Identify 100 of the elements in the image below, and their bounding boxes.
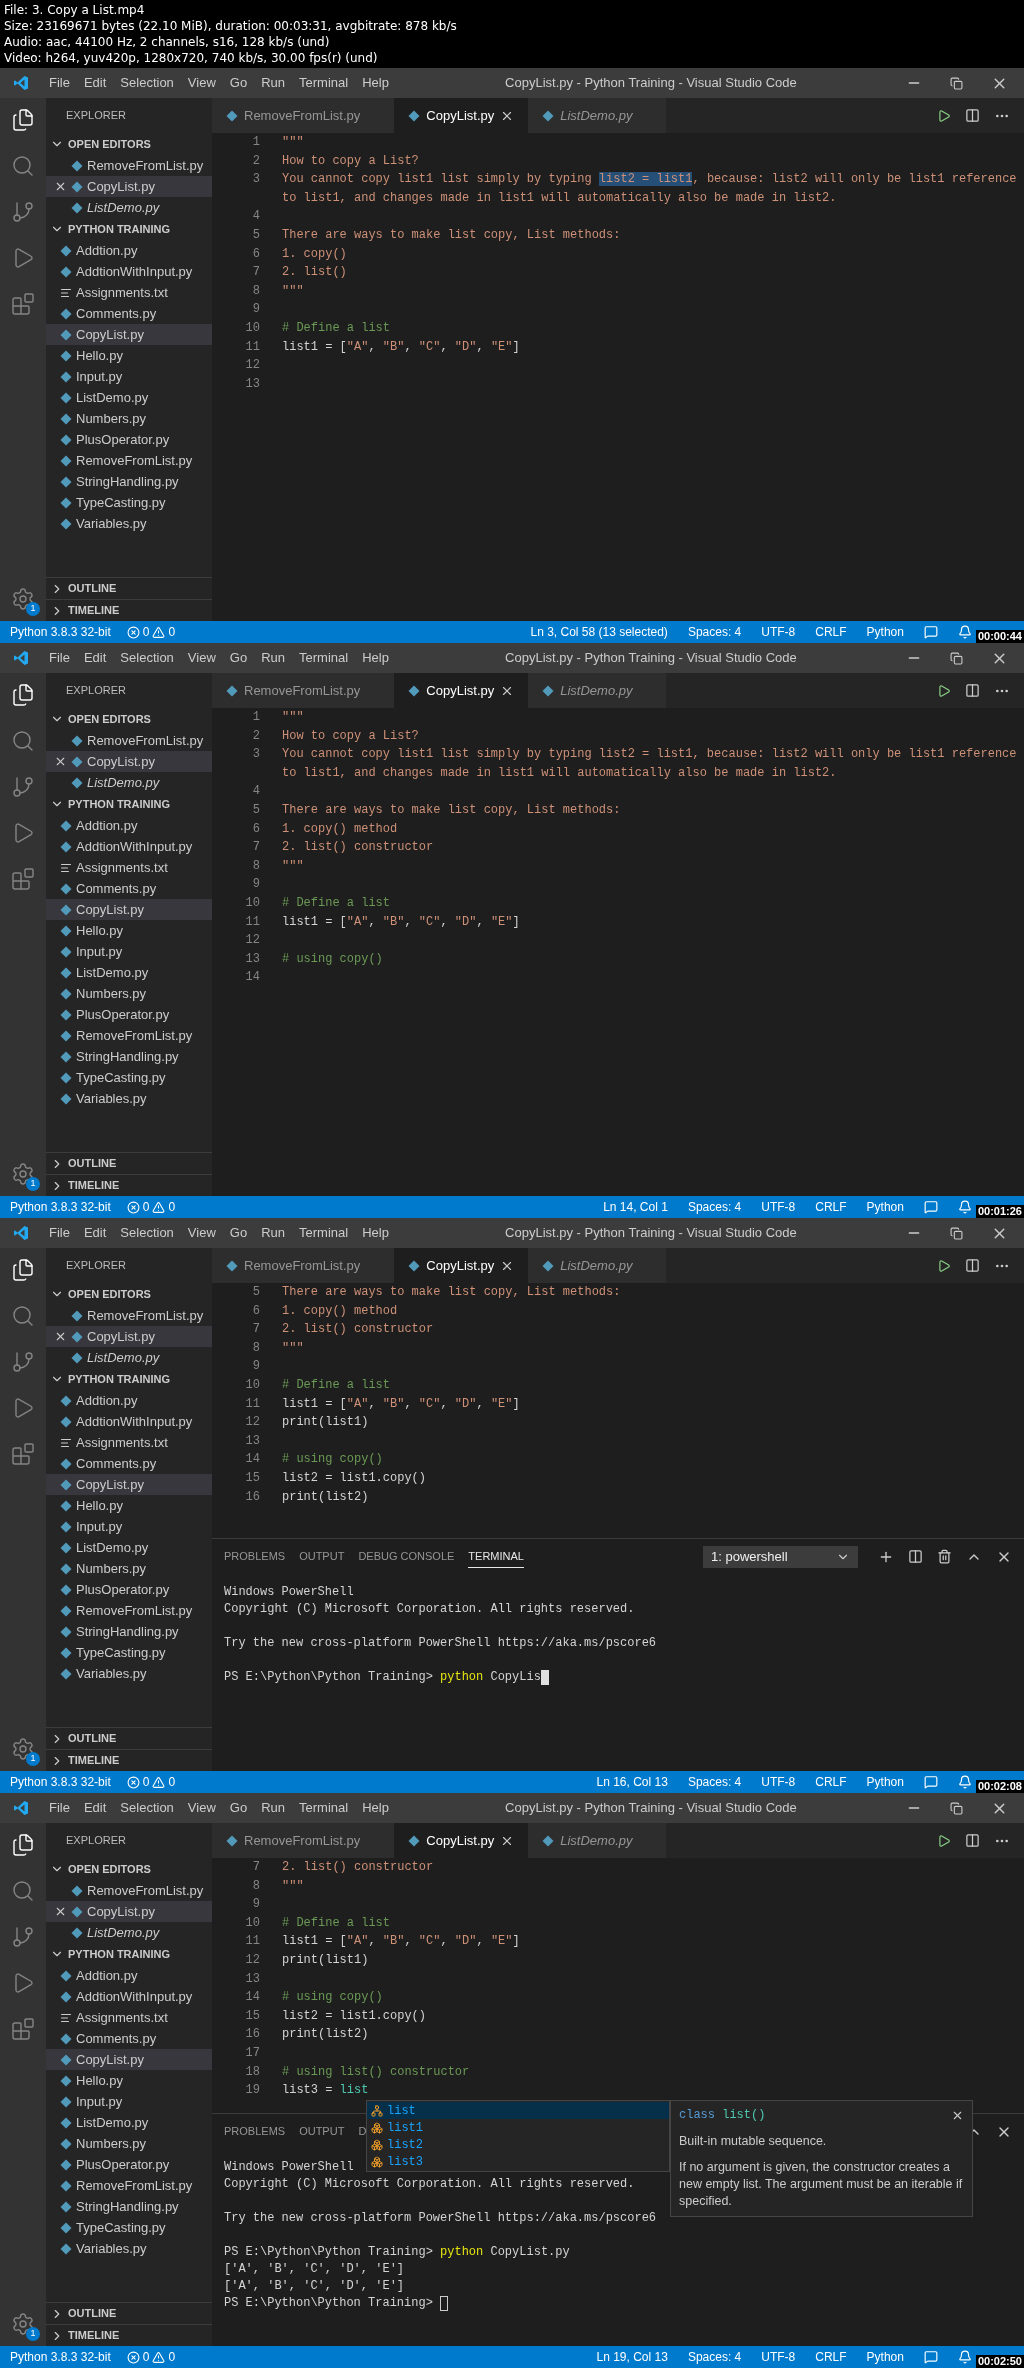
tree-item[interactable]: Variables.py [46,1663,212,1684]
suggestion-item[interactable]: list [367,2102,669,2119]
tree-item[interactable]: Addtion.py [46,240,212,261]
tree-item[interactable]: ListDemo.py [46,2112,212,2133]
feedback-icon[interactable] [923,625,938,639]
line-ending-label[interactable]: CRLF [815,1198,847,1216]
menu-item[interactable]: Go [222,73,255,93]
problems-indicator[interactable]: 0 0 [126,623,176,641]
indentation-label[interactable]: Spaces: 4 [687,2348,742,2366]
interpreter-label[interactable]: Python 3.8.3 32-bit [10,2348,111,2366]
tree-item[interactable]: Variables.py [46,2238,212,2259]
section-header[interactable]: PYTHON TRAINING [46,1368,212,1390]
tree-item[interactable]: AddtionWithInput.py [46,1411,212,1432]
tree-item[interactable]: CopyList.py [46,1474,212,1495]
tree-item[interactable]: RemoveFromList.py [46,2175,212,2196]
tree-item[interactable]: PlusOperator.py [46,2154,212,2175]
menu-item[interactable]: View [180,648,223,668]
tree-item[interactable]: ListDemo.py [46,772,212,793]
menu-item[interactable]: Help [355,1798,396,1818]
close-icon[interactable] [54,755,67,768]
menu-item[interactable]: Run [254,1798,292,1818]
search-icon[interactable] [11,729,35,753]
section-header[interactable]: OPEN EDITORS [46,1858,212,1880]
tree-item[interactable]: Numbers.py [46,408,212,429]
tree-item[interactable]: TypeCasting.py [46,1642,212,1663]
tree-item[interactable]: ListDemo.py [46,197,212,218]
menu-item[interactable]: File [42,1798,77,1818]
section-header[interactable]: OPEN EDITORS [46,133,212,155]
panel-tab[interactable]: OUTPUT [299,1545,345,1568]
search-icon[interactable] [11,1304,35,1328]
bell-icon[interactable] [957,2350,972,2364]
menu-item[interactable]: Edit [76,648,114,668]
menu-item[interactable]: Selection [113,1798,181,1818]
tree-item[interactable]: Variables.py [46,513,212,534]
tree-item[interactable]: CopyList.py [46,1326,212,1347]
tree-item[interactable]: Hello.py [46,1495,212,1516]
run-icon[interactable] [937,108,951,123]
cursor-position[interactable]: Ln 14, Col 1 [603,1198,668,1216]
panel-tab[interactable]: DEBUG CONSOLE [358,1545,455,1568]
menu-item[interactable]: Help [355,1223,396,1243]
tree-item[interactable]: Input.py [46,1516,212,1537]
tree-item[interactable]: Hello.py [46,2070,212,2091]
split-editor-icon[interactable] [965,1833,980,1848]
language-label[interactable]: Python [866,1773,904,1791]
tree-item[interactable]: AddtionWithInput.py [46,1986,212,2007]
editor-tab[interactable]: ListDemo.py [528,673,667,708]
tree-item[interactable]: CopyList.py [46,1901,212,1922]
editor-tab[interactable]: RemoveFromList.py [212,1248,395,1283]
editor-tab[interactable]: RemoveFromList.py [212,1823,395,1858]
tree-item[interactable]: TypeCasting.py [46,2217,212,2238]
tree-item[interactable]: AddtionWithInput.py [46,836,212,857]
tree-item[interactable]: Addtion.py [46,815,212,836]
tree-item[interactable]: Input.py [46,2091,212,2112]
tree-item[interactable]: Input.py [46,366,212,387]
suggestion-item[interactable]: list1 [367,2119,669,2136]
language-label[interactable]: Python [866,1198,904,1216]
tree-item[interactable]: ListDemo.py [46,962,212,983]
run-icon[interactable] [937,1833,951,1848]
tree-item[interactable]: PlusOperator.py [46,429,212,450]
restore-icon[interactable] [950,1801,963,1815]
line-ending-label[interactable]: CRLF [815,623,847,641]
section-header[interactable]: PYTHON TRAINING [46,218,212,240]
encoding-label[interactable]: UTF-8 [761,1198,796,1216]
files-icon[interactable] [11,1258,35,1282]
tree-item[interactable]: Assignments.txt [46,1432,212,1453]
section-header[interactable]: PYTHON TRAINING [46,793,212,815]
tree-item[interactable]: CopyList.py [46,899,212,920]
run-icon[interactable] [937,1258,951,1273]
panel-tab[interactable]: PROBLEMS [224,2120,286,2143]
cursor-position[interactable]: Ln 19, Col 13 [596,2348,668,2366]
tree-item[interactable]: StringHandling.py [46,2196,212,2217]
menu-item[interactable]: Run [254,73,292,93]
blocks-icon[interactable] [11,292,35,316]
section-header[interactable]: PYTHON TRAINING [46,1943,212,1965]
editor-tab[interactable]: CopyList.py [394,1248,529,1283]
tree-item[interactable]: Variables.py [46,1088,212,1109]
tree-item[interactable]: StringHandling.py [46,471,212,492]
menu-item[interactable]: File [42,1223,77,1243]
line-ending-label[interactable]: CRLF [815,1773,847,1791]
cursor-position[interactable]: Ln 16, Col 13 [596,1773,668,1791]
line-ending-label[interactable]: CRLF [815,2348,847,2366]
bell-icon[interactable] [957,1200,972,1214]
tree-item[interactable]: Numbers.py [46,983,212,1004]
menu-item[interactable]: Help [355,73,396,93]
bell-icon[interactable] [957,1775,972,1789]
files-icon[interactable] [11,683,35,707]
split-editor-icon[interactable] [965,108,980,123]
editor-tab[interactable]: CopyList.py [394,673,529,708]
tree-item[interactable]: TypeCasting.py [46,1067,212,1088]
menu-item[interactable]: View [180,1223,223,1243]
menu-item[interactable]: View [180,73,223,93]
blocks-icon[interactable] [11,867,35,891]
branch-icon[interactable] [11,200,35,224]
menu-item[interactable]: View [180,1798,223,1818]
settings-icon[interactable] [11,1162,35,1186]
interpreter-label[interactable]: Python 3.8.3 32-bit [10,623,111,641]
branch-icon[interactable] [11,1925,35,1949]
files-icon[interactable] [11,1833,35,1857]
language-label[interactable]: Python [866,2348,904,2366]
encoding-label[interactable]: UTF-8 [761,1773,796,1791]
